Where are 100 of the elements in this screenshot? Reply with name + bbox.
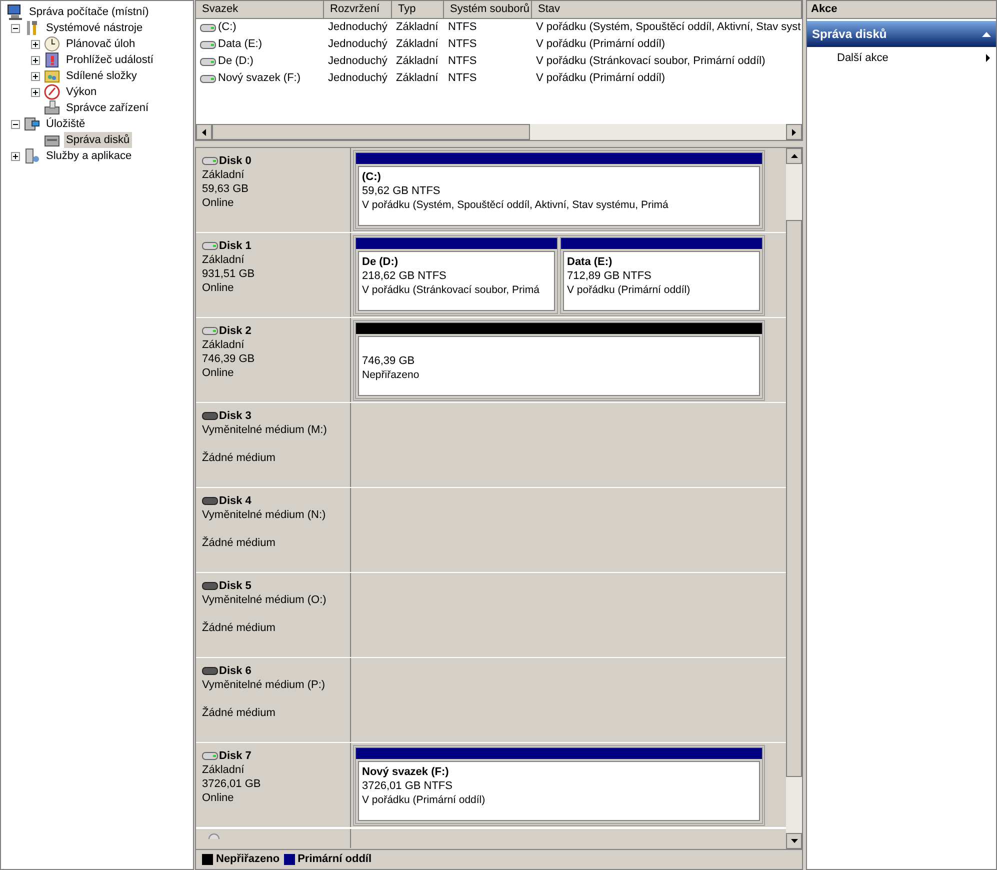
table-cell-text: Základní [396,20,438,36]
tree-item[interactable]: Systémové nástroje [44,20,145,36]
disk-info[interactable]: Disk 6 Vyměnitelné médium (P:) Žádné médium [196,658,351,742]
disk-name: Disk 3 [219,409,252,423]
device-icon [44,100,60,116]
right-arrow-icon [792,128,796,136]
action-item[interactable]: Další akce [807,47,996,69]
disk-type: Vyměnitelné médium (O:) [202,593,328,607]
partition[interactable]: (C:) 59,62 GB NTFS V pořádku (Systém, Spouštěcí oddíl, Aktivní, Stav systému, Primá [355,152,763,229]
table-cell-text: (C:) [218,20,236,36]
drive-icon [200,22,216,32]
tree-item[interactable]: Správce zařízení [64,100,151,116]
tools-icon [24,20,40,36]
partition-size: 746,39 GB [362,354,416,368]
up-arrow-icon [790,154,798,158]
table-cell-text: Jednoduchý [328,20,388,36]
expand-toggle[interactable] [31,72,40,80]
vertical-scrollbar[interactable] [786,148,802,849]
disk-status: Žádné médium [202,536,276,550]
drive-icon [202,156,218,166]
disk-info[interactable]: Disk 5 Vyměnitelné médium (O:) Žádné médium [196,573,351,657]
drive-icon [202,751,218,761]
partition-status: V pořádku (Primární oddíl) [362,793,486,807]
down-arrow-icon [790,839,798,843]
horizontal-scrollbar[interactable] [196,124,802,140]
partition-size: 3726,01 GB NTFS [362,779,454,793]
column-header[interactable]: Typ [392,1,444,19]
expand-toggle[interactable] [31,56,40,64]
disk-type: Vyměnitelné médium (N:) [202,508,327,522]
disk-info[interactable]: Disk 2 Základní 746,39 GB Online [196,318,351,402]
disk-type: Vyměnitelné médium (P:) [202,678,326,692]
partition[interactable]: Data (E:) 712,89 GB NTFS V pořádku (Primární oddíl) [560,237,763,314]
disk-info[interactable]: Disk 7 Základní 3726,01 GB Online [196,743,351,827]
disk-size: 59,63 GB [202,182,250,196]
disk-info[interactable]: Disk 3 Vyměnitelné médium (M:) Žádné médium [196,403,351,487]
expand-toggle[interactable] [11,152,20,160]
disk-type: Základní [202,168,246,182]
disk-name: Disk 7 [219,749,252,763]
disk-status: Online [202,366,235,380]
partition-title: De (D:) [362,255,400,269]
partition-size: 59,62 GB NTFS [362,184,442,198]
partition-title: (C:) [362,170,382,184]
table-cell-text: Jednoduchý [328,54,388,70]
tree-item[interactable]: Plánovač úloh [64,36,138,52]
drive-icon [202,326,218,336]
shared-folder-icon [44,68,60,84]
legend-label: Nepřiřazeno [216,852,280,868]
partition-size: 218,62 GB NTFS [362,269,448,283]
tree-item[interactable]: Úložiště [44,116,88,132]
collapse-toggle[interactable] [11,120,20,128]
expand-toggle[interactable] [31,88,40,96]
tree-item[interactable]: Prohlížeč událostí [64,52,156,68]
drive-icon [202,412,218,420]
disk-info[interactable]: Disk 1 Základní 931,51 GB Online [196,233,351,317]
disk-status: Žádné médium [202,621,276,635]
disk-type: Základní [202,338,246,352]
disk-name: Disk 6 [219,664,252,678]
drive-icon [200,56,216,66]
server-icon [24,148,40,164]
partition[interactable]: 746,39 GB Nepřiřazeno [355,322,763,399]
drive-icon [202,667,218,675]
drive-icon [200,40,216,50]
disk-info[interactable]: Disk 0 Základní 59,63 GB Online [196,148,351,232]
column-header[interactable]: Systém souborů [444,1,532,19]
tree-item[interactable]: Správa disků [64,132,132,148]
disk-type: Základní [202,763,246,777]
disk-size: 3726,01 GB [202,777,262,791]
section-header[interactable]: Správa disků [807,21,996,47]
partition-title: Nový svazek (F:) [362,765,450,779]
drive-icon [202,582,218,590]
disk-type: Vyměnitelné médium (M:) [202,423,328,437]
partition-status: Nepřiřazeno [362,368,420,382]
tree-item[interactable]: Sdílené složky [64,68,139,84]
tree-item[interactable]: Služby a aplikace [44,148,134,164]
partition[interactable]: De (D:) 218,62 GB NTFS V pořádku (Stránkovací soubor, Primá [355,237,558,314]
tree-item[interactable]: Správa počítače (místní) [27,4,151,20]
gauge-icon [44,84,60,100]
table-cell-text: Data (E:) [218,37,262,52]
table-cell-text: NTFS [448,71,477,86]
column-header[interactable]: Svazek [196,1,324,19]
expand-toggle[interactable] [31,40,40,48]
storage-icon [24,116,40,132]
tree-item[interactable]: Výkon [64,84,99,100]
log-icon [44,52,60,68]
column-header[interactable]: Stav [532,1,802,19]
disk-type: Základní [202,253,246,267]
partition[interactable]: Nový svazek (F:) 3726,01 GB NTFS V pořádku (Primární oddíl) [355,747,763,824]
table-cell-text: V pořádku (Primární oddíl) [536,71,665,86]
partition-size: 712,89 GB NTFS [567,269,652,283]
disk-status: Žádné médium [202,706,276,720]
disk-info[interactable]: Disk 4 Vyměnitelné médium (N:) Žádné médium [196,488,351,572]
table-cell-text: NTFS [448,37,477,52]
legend-label: Primární oddíl [298,852,372,868]
drive-icon [200,74,216,84]
partition-status: V pořádku (Stránkovací soubor, Primá [362,283,540,297]
disk-status: Online [202,196,235,210]
drive-icon [202,497,218,505]
column-header[interactable]: Rozvržení [324,1,392,19]
collapse-toggle[interactable] [11,24,20,32]
table-cell-text: Nový svazek (F:) [218,71,301,86]
